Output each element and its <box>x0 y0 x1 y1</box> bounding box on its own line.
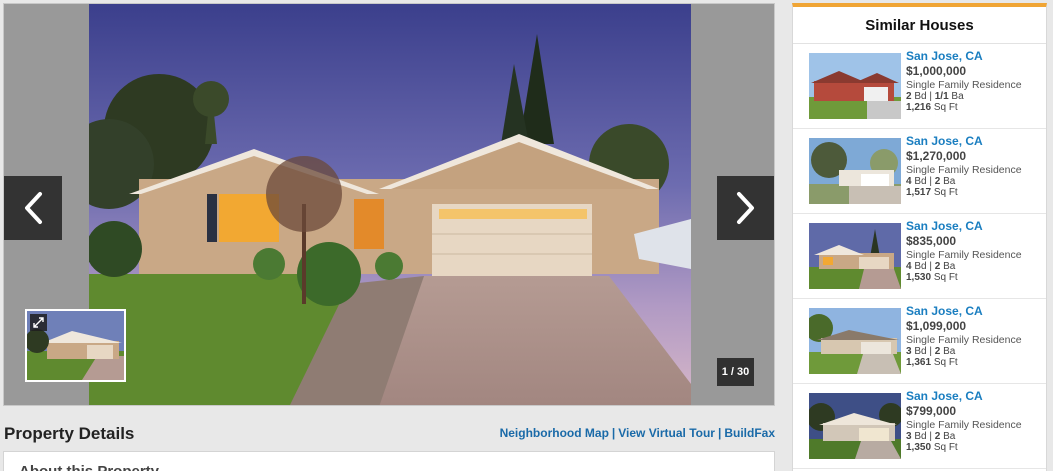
similar-house-beds-baths: 4 Bd | 2 Ba <box>906 176 956 187</box>
similar-house-price: $1,270,000 <box>906 149 967 163</box>
similar-house-sqft: 1,530 Sq Ft <box>906 272 958 283</box>
similar-house-beds-baths: 4 Bd | 2 Ba <box>906 261 956 272</box>
similar-house-city[interactable]: San Jose, CA <box>906 219 1022 234</box>
virtual-tour-link[interactable]: View Virtual Tour <box>618 426 715 440</box>
similar-house-item[interactable]: San Jose, CA $835,000 Single Family Resi… <box>793 214 1046 299</box>
similar-house-price: $1,000,000 <box>906 64 967 78</box>
gallery-thumbnail[interactable] <box>25 309 126 382</box>
photo-gallery: 1 / 30 <box>3 3 775 406</box>
similar-house-item[interactable]: San Jose, CA $799,000 Single Family Resi… <box>793 384 1046 469</box>
similar-house-price: $799,000 <box>906 404 957 418</box>
expand-icon[interactable] <box>30 314 47 331</box>
similar-house-beds-baths: 3 Bd | 2 Ba <box>906 346 956 357</box>
similar-house-city[interactable]: San Jose, CA <box>906 389 1022 404</box>
similar-houses-panel: Similar Houses San Jose, CA $1,000,000 S… <box>792 3 1047 471</box>
similar-house-price: $835,000 <box>906 234 957 248</box>
similar-house-city[interactable]: San Jose, CA <box>906 134 1022 149</box>
similar-house-type: Single Family Residence <box>906 249 1022 261</box>
similar-house-photo[interactable] <box>809 53 901 119</box>
similar-house-item[interactable]: San Jose, CA $1,000,000 Single Family Re… <box>793 44 1046 129</box>
similar-houses-title: Similar Houses <box>793 7 1046 44</box>
property-details-title: Property Details <box>4 424 135 443</box>
similar-house-city[interactable]: San Jose, CA <box>906 304 1022 319</box>
about-property-title: About this Property <box>19 463 159 471</box>
similar-house-type: Single Family Residence <box>906 419 1022 431</box>
next-photo-button[interactable] <box>717 176 774 240</box>
property-links: Neighborhood Map | View Virtual Tour | Build… <box>499 426 775 440</box>
similar-house-city[interactable]: San Jose, CA <box>906 49 1022 64</box>
main-listing-photo[interactable] <box>89 4 691 405</box>
similar-house-photo[interactable] <box>809 138 901 204</box>
similar-house-item[interactable]: San Jose, CA $1,270,000 Single Family Re… <box>793 129 1046 214</box>
similar-house-item[interactable]: San Jose, CA $1,099,000 Single Family Re… <box>793 299 1046 384</box>
similar-house-sqft: 1,517 Sq Ft <box>906 187 958 198</box>
similar-house-photo[interactable] <box>809 393 901 459</box>
similar-house-photo[interactable] <box>809 308 901 374</box>
chevron-left-icon <box>25 192 42 224</box>
buildfax-link[interactable]: BuildFax <box>724 426 775 440</box>
previous-photo-button[interactable] <box>4 176 62 240</box>
similar-house-sqft: 1,350 Sq Ft <box>906 442 958 453</box>
neighborhood-map-link[interactable]: Neighborhood Map <box>500 426 609 440</box>
similar-house-type: Single Family Residence <box>906 79 1022 91</box>
similar-house-sqft: 1,216 Sq Ft <box>906 102 958 113</box>
similar-house-type: Single Family Residence <box>906 334 1022 346</box>
similar-house-sqft: 1,361 Sq Ft <box>906 357 958 368</box>
chevron-right-icon <box>737 192 754 224</box>
about-property-panel: About this Property <box>3 451 775 471</box>
photo-counter: 1 / 30 <box>717 358 754 386</box>
similar-house-beds-baths: 3 Bd | 2 Ba <box>906 431 956 442</box>
similar-house-beds-baths: 2 Bd | 1/1 Ba <box>906 91 964 102</box>
similar-house-photo[interactable] <box>809 223 901 289</box>
similar-house-price: $1,099,000 <box>906 319 967 333</box>
similar-house-type: Single Family Residence <box>906 164 1022 176</box>
